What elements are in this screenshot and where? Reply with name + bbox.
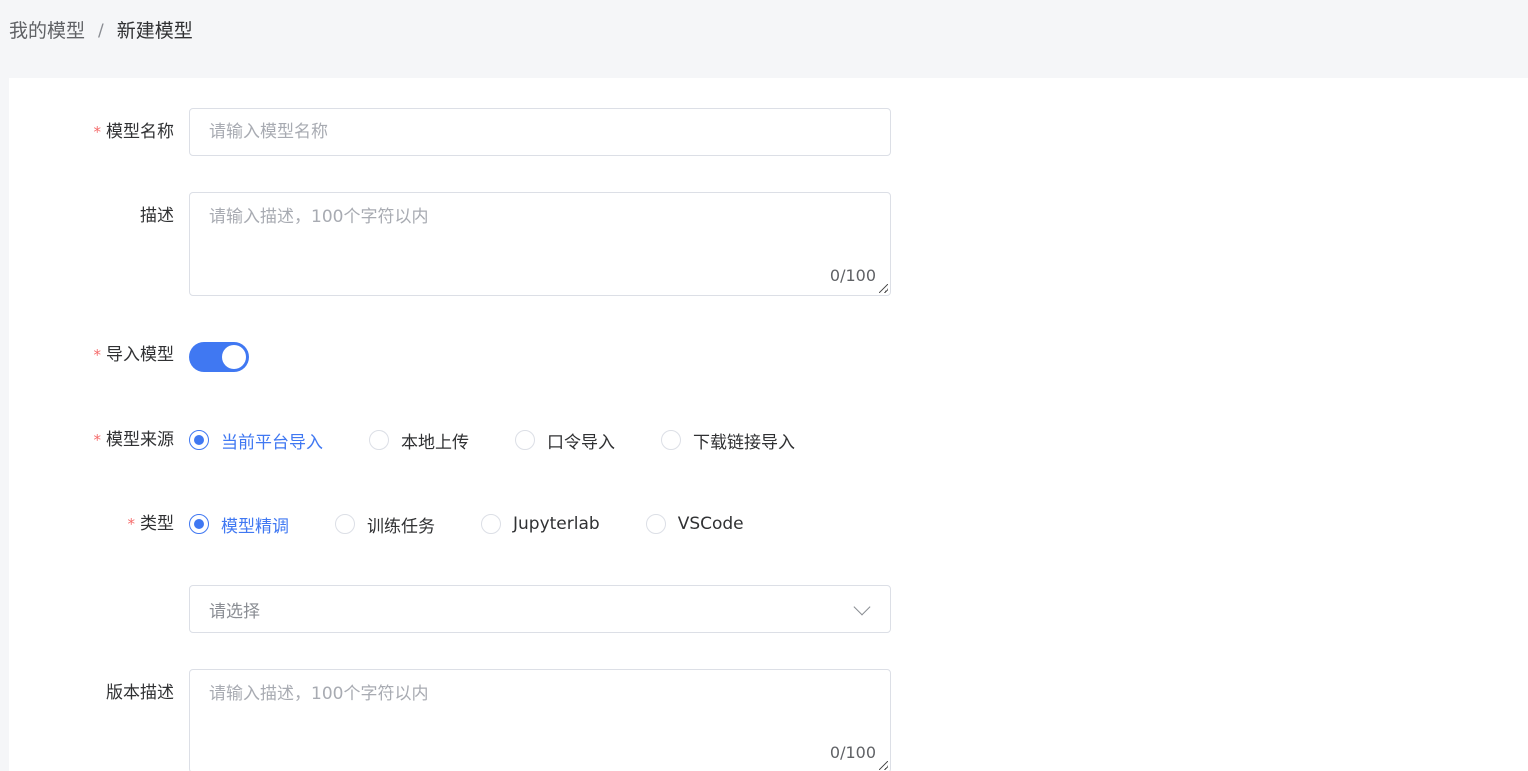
model-name-input[interactable] xyxy=(189,108,891,156)
model-name-label-text: 模型名称 xyxy=(106,122,174,142)
breadcrumb-current: 新建模型 xyxy=(116,20,193,42)
radio-type-jupyterlab[interactable]: Jupyterlab xyxy=(481,514,600,534)
type-row: * 类型 模型精调 训练任务 Jupyterlab VSCode xyxy=(9,512,909,537)
required-mark: * xyxy=(93,431,102,449)
required-mark: * xyxy=(93,123,102,141)
radio-source-token-import[interactable]: 口令导入 xyxy=(515,428,615,453)
radio-label: Jupyterlab xyxy=(513,514,600,534)
radio-unchecked-icon xyxy=(645,514,666,534)
radio-label: 训练任务 xyxy=(367,516,435,537)
type-label: * 类型 xyxy=(14,512,175,536)
required-mark: * xyxy=(93,346,102,364)
task-select-row: 请选择 xyxy=(9,585,909,633)
radio-unchecked-icon xyxy=(661,430,681,450)
model-source-row: * 模型来源 当前平台导入 本地上传 口令导入 下载链接导入 xyxy=(9,428,909,453)
radio-label: 当前平台导入 xyxy=(221,432,323,453)
radio-unchecked-icon xyxy=(369,430,389,450)
description-field: 0/100 xyxy=(189,192,891,296)
model-source-label-text: 模型来源 xyxy=(106,430,174,450)
radio-source-download-link[interactable]: 下载链接导入 xyxy=(661,428,795,453)
resize-handle-icon[interactable] xyxy=(879,284,888,293)
radio-label: 模型精调 xyxy=(221,516,289,537)
select-placeholder: 请选择 xyxy=(209,602,260,622)
radio-label: 口令导入 xyxy=(547,432,615,453)
radio-type-fine-tune[interactable]: 模型精调 xyxy=(189,512,289,537)
radio-label: 本地上传 xyxy=(401,432,469,453)
radio-source-current-platform[interactable]: 当前平台导入 xyxy=(189,428,323,453)
switch-knob xyxy=(222,345,246,369)
version-description-row: 版本描述 0/100 xyxy=(9,669,909,771)
type-radio-group: 模型精调 训练任务 Jupyterlab VSCode xyxy=(189,512,790,537)
description-row: 描述 0/100 xyxy=(9,192,909,296)
version-description-char-counter: 0/100 xyxy=(829,743,876,762)
chevron-down-icon xyxy=(853,598,871,616)
breadcrumb-my-models-link[interactable]: 我的模型 xyxy=(9,18,85,44)
version-description-textarea[interactable] xyxy=(190,670,890,771)
task-select[interactable]: 请选择 xyxy=(189,585,891,633)
import-model-row: * 导入模型 xyxy=(9,342,909,372)
description-label: 描述 xyxy=(140,206,174,226)
radio-checked-icon xyxy=(189,514,209,534)
radio-label: VSCode xyxy=(677,514,744,534)
import-model-label-text: 导入模型 xyxy=(106,345,174,365)
type-label-text: 类型 xyxy=(140,514,174,534)
model-source-radio-group: 当前平台导入 本地上传 口令导入 下载链接导入 xyxy=(189,428,841,453)
model-name-row: * 模型名称 xyxy=(9,108,909,156)
radio-unchecked-icon xyxy=(335,514,355,534)
radio-checked-icon xyxy=(189,430,209,450)
radio-source-local-upload[interactable]: 本地上传 xyxy=(369,428,469,453)
radio-label: 下载链接导入 xyxy=(693,432,795,453)
radio-unchecked-icon xyxy=(481,514,501,534)
breadcrumb-separator: / xyxy=(98,21,104,41)
version-description-field: 0/100 xyxy=(189,669,891,771)
breadcrumb: 我的模型 / 新建模型 xyxy=(9,18,193,44)
model-source-label: * 模型来源 xyxy=(14,428,175,452)
import-model-switch[interactable] xyxy=(189,342,249,372)
radio-type-vscode[interactable]: VSCode xyxy=(645,514,744,534)
create-model-form: *模型名称 描述 0/100 *导入模型 *模型来源 当前平台导入 本地上传 xyxy=(9,78,1528,771)
required-mark: * xyxy=(127,515,136,533)
radio-type-training-task[interactable]: 训练任务 xyxy=(335,512,435,537)
version-description-label: 版本描述 xyxy=(106,683,174,703)
description-textarea[interactable] xyxy=(190,193,890,295)
radio-unchecked-icon xyxy=(515,430,535,450)
import-model-label: * 导入模型 xyxy=(14,343,175,367)
description-char-counter: 0/100 xyxy=(829,266,876,285)
model-name-label: * 模型名称 xyxy=(14,120,175,144)
resize-handle-icon[interactable] xyxy=(879,761,888,770)
